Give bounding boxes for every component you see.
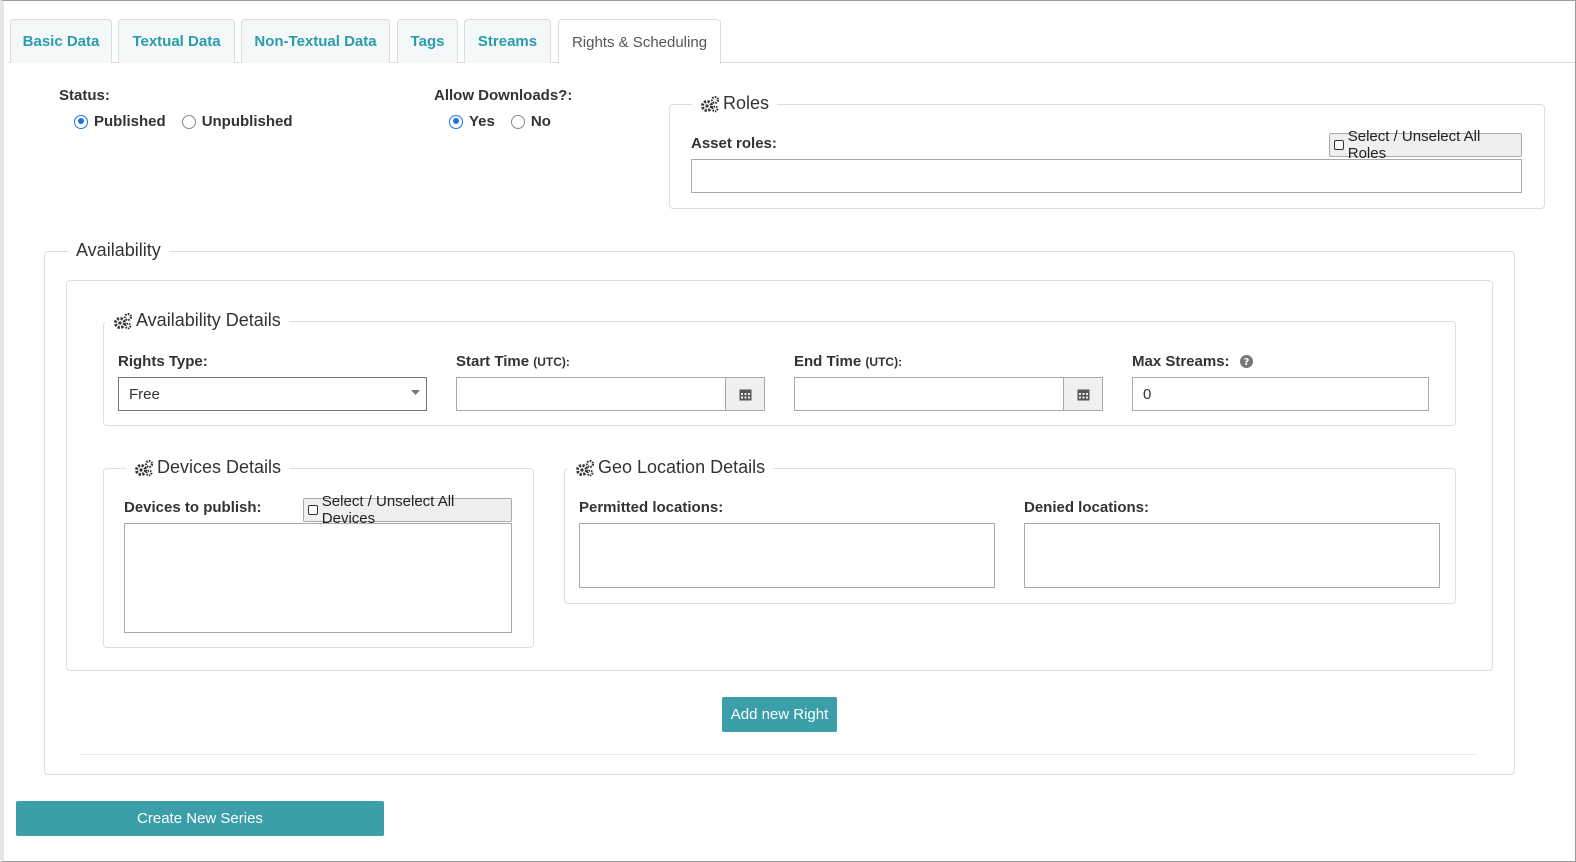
gears-icon xyxy=(576,459,595,476)
radio-unchecked-icon[interactable] xyxy=(181,114,196,129)
availability-details-legend: Availability Details xyxy=(105,310,289,331)
status-published-option[interactable]: Published xyxy=(74,113,166,130)
status-published-label: Published xyxy=(94,113,166,130)
max-streams-label: Max Streams: ? xyxy=(1132,353,1253,370)
rights-type-label: Rights Type: xyxy=(118,353,208,370)
availability-details-legend-text: Availability Details xyxy=(136,310,281,330)
devices-details-legend-text: Devices Details xyxy=(157,457,282,477)
availability-legend: Availability xyxy=(68,240,169,261)
end-time-unit: (UTC): xyxy=(865,355,903,369)
permitted-locations-label: Permitted locations: xyxy=(579,499,724,516)
asset-roles-label: Asset roles: xyxy=(691,135,777,152)
end-time-label: End Time (UTC): xyxy=(794,353,902,370)
downloads-no-option[interactable]: No xyxy=(510,113,551,130)
devices-to-publish-label: Devices to publish: xyxy=(124,499,262,516)
availability-legend-text: Availability xyxy=(76,240,161,260)
end-time-calendar-button[interactable] xyxy=(1063,377,1103,411)
select-all-roles-button[interactable]: Select / Unselect All Roles xyxy=(1329,128,1522,162)
select-all-roles-label: Select / Unselect All Roles xyxy=(1347,128,1481,162)
rights-type-value: Free xyxy=(129,385,160,403)
start-time-label-text: Start Time xyxy=(456,353,530,370)
downloads-yes-label: Yes xyxy=(469,113,495,130)
start-time-calendar-button[interactable] xyxy=(725,377,765,411)
caret-down-icon xyxy=(411,390,420,395)
tab-streams[interactable]: Streams xyxy=(464,19,551,63)
tab-rights-scheduling[interactable]: Rights & Scheduling xyxy=(558,19,721,64)
checkbox-icon xyxy=(1334,140,1344,150)
end-time-input[interactable] xyxy=(794,377,1064,411)
checkbox-icon xyxy=(308,505,318,515)
rights-type-select[interactable]: Free xyxy=(118,377,427,411)
roles-legend-text: Roles xyxy=(723,93,770,113)
max-streams-label-text: Max Streams: xyxy=(1132,353,1230,370)
radio-checked-icon[interactable] xyxy=(74,114,88,129)
downloads-no-label: No xyxy=(530,113,551,130)
gears-icon xyxy=(135,459,154,476)
start-time-input[interactable] xyxy=(456,377,726,411)
roles-legend: Roles xyxy=(692,93,778,114)
calendar-icon xyxy=(1077,389,1089,400)
status-unpublished-option[interactable]: Unpublished xyxy=(181,113,293,130)
select-all-devices-button[interactable]: Select / Unselect All Devices xyxy=(303,493,512,527)
gears-icon xyxy=(701,95,720,112)
radio-unchecked-icon[interactable] xyxy=(510,114,525,129)
start-time-unit: (UTC): xyxy=(533,355,570,369)
tab-textual-data[interactable]: Textual Data xyxy=(118,19,235,63)
divider xyxy=(80,754,1478,755)
create-new-series-button[interactable]: Create New Series xyxy=(16,801,384,836)
denied-locations-input[interactable] xyxy=(1024,523,1440,588)
status-unpublished-label: Unpublished xyxy=(201,113,293,130)
gears-icon xyxy=(114,312,133,329)
denied-locations-label: Denied locations: xyxy=(1024,499,1150,516)
help-icon[interactable]: ? xyxy=(1239,355,1253,368)
page-frame: Basic Data Textual Data Non-Textual Data… xyxy=(0,0,1576,862)
downloads-radio-group: Yes No xyxy=(449,113,567,130)
select-all-devices-label: Select / Unselect All Devices xyxy=(321,493,455,527)
tab-tags[interactable]: Tags xyxy=(397,19,458,63)
start-time-label: Start Time (UTC): xyxy=(456,353,570,370)
asset-roles-input[interactable] xyxy=(691,159,1522,193)
downloads-yes-option[interactable]: Yes xyxy=(449,113,495,130)
calendar-icon xyxy=(739,389,751,400)
end-time-label-text: End Time xyxy=(794,353,862,370)
tab-basic-data[interactable]: Basic Data xyxy=(10,19,112,63)
max-streams-input[interactable]: 0 xyxy=(1132,377,1429,411)
status-label: Status: xyxy=(59,87,110,104)
geo-location-legend: Geo Location Details xyxy=(567,457,774,478)
geo-location-legend-text: Geo Location Details xyxy=(598,457,766,477)
permitted-locations-input[interactable] xyxy=(579,523,995,588)
allow-downloads-label: Allow Downloads?: xyxy=(434,87,573,104)
devices-details-legend: Devices Details xyxy=(126,457,290,478)
tab-non-textual-data[interactable]: Non-Textual Data xyxy=(241,19,390,63)
status-radio-group: Published Unpublished xyxy=(74,113,309,130)
add-new-right-button[interactable]: Add new Right xyxy=(722,697,837,732)
svg-text:?: ? xyxy=(1243,357,1249,368)
devices-listbox[interactable] xyxy=(124,523,512,633)
tab-bar: Basic Data Textual Data Non-Textual Data… xyxy=(8,19,1575,64)
radio-checked-icon[interactable] xyxy=(449,114,463,129)
